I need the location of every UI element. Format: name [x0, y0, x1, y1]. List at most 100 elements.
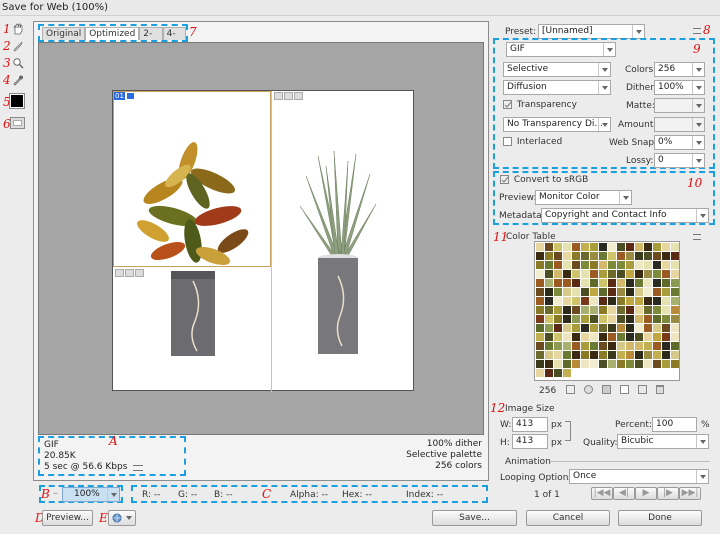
color-swatch[interactable]	[671, 243, 679, 251]
color-swatch[interactable]	[644, 333, 652, 341]
color-swatch[interactable]	[554, 261, 562, 269]
color-swatch[interactable]	[608, 288, 616, 296]
color-swatch[interactable]	[545, 315, 553, 323]
color-swatch[interactable]	[608, 342, 616, 350]
color-swatch[interactable]	[662, 333, 670, 341]
color-swatch[interactable]	[653, 315, 661, 323]
color-swatch[interactable]	[653, 243, 661, 251]
color-swatch[interactable]	[536, 288, 544, 296]
color-swatch[interactable]	[581, 252, 589, 260]
color-swatch[interactable]	[617, 297, 625, 305]
color-swatch[interactable]	[590, 270, 598, 278]
tab-2up[interactable]: 2-Up	[139, 27, 163, 52]
color-swatch[interactable]	[545, 351, 553, 359]
color-swatch[interactable]	[572, 270, 580, 278]
color-swatch[interactable]	[563, 279, 571, 287]
color-swatch[interactable]	[644, 306, 652, 314]
color-swatch[interactable]	[563, 333, 571, 341]
cancel-button[interactable]: Cancel	[526, 510, 610, 526]
color-swatch[interactable]	[599, 252, 607, 260]
color-swatch[interactable]	[581, 369, 589, 377]
color-swatch[interactable]	[554, 288, 562, 296]
colors-field[interactable]: 256	[654, 62, 705, 77]
preview-canvas[interactable]: 01	[38, 42, 484, 435]
looping-dropdown[interactable]: Once	[569, 469, 709, 484]
done-button[interactable]: Done	[618, 510, 702, 526]
color-swatch[interactable]	[599, 243, 607, 251]
color-swatch[interactable]	[572, 306, 580, 314]
color-swatch[interactable]	[653, 324, 661, 332]
color-swatch[interactable]	[545, 333, 553, 341]
hand-icon[interactable]	[10, 22, 26, 36]
quality-dropdown[interactable]: Bicubic	[617, 434, 709, 449]
color-swatch[interactable]	[617, 360, 625, 368]
color-swatch[interactable]	[599, 288, 607, 296]
color-swatch[interactable]	[581, 261, 589, 269]
color-swatch[interactable]	[581, 315, 589, 323]
color-swatch[interactable]	[662, 243, 670, 251]
color-swatch[interactable]	[581, 360, 589, 368]
color-swatch[interactable]	[572, 288, 580, 296]
color-swatch[interactable]	[671, 351, 679, 359]
color-swatch[interactable]	[644, 270, 652, 278]
color-swatch[interactable]	[563, 252, 571, 260]
color-swatch[interactable]	[572, 351, 580, 359]
color-swatch[interactable]	[536, 243, 544, 251]
color-swatch[interactable]	[635, 252, 643, 260]
color-swatch[interactable]	[617, 243, 625, 251]
color-swatch[interactable]	[635, 315, 643, 323]
color-swatch[interactable]	[662, 288, 670, 296]
color-swatch[interactable]	[671, 261, 679, 269]
color-swatch[interactable]	[545, 252, 553, 260]
color-swatch[interactable]	[644, 360, 652, 368]
color-swatch[interactable]	[635, 342, 643, 350]
color-swatch[interactable]	[671, 342, 679, 350]
color-swatch[interactable]	[662, 270, 670, 278]
color-swatch[interactable]	[563, 369, 571, 377]
color-swatch[interactable]	[599, 315, 607, 323]
color-swatch[interactable]	[653, 279, 661, 287]
color-swatch[interactable]	[590, 324, 598, 332]
color-swatch[interactable]	[644, 351, 652, 359]
color-swatch[interactable]	[536, 342, 544, 350]
color-swatch[interactable]	[563, 351, 571, 359]
color-swatch[interactable]	[599, 360, 607, 368]
format-dropdown[interactable]: GIF	[506, 42, 616, 57]
color-swatch[interactable]	[671, 369, 679, 377]
color-swatch[interactable]	[599, 270, 607, 278]
color-swatch[interactable]	[644, 297, 652, 305]
color-swatch[interactable]	[581, 288, 589, 296]
zoom-level-field[interactable]: 100%	[62, 487, 120, 502]
color-swatch[interactable]	[563, 306, 571, 314]
interlaced-checkbox[interactable]: Interlaced	[503, 137, 562, 147]
color-swatch[interactable]	[536, 252, 544, 260]
percent-field[interactable]: 100	[652, 417, 697, 432]
color-swatch[interactable]	[545, 324, 553, 332]
color-swatch[interactable]	[635, 243, 643, 251]
color-swatch[interactable]	[662, 315, 670, 323]
color-swatch[interactable]	[626, 279, 634, 287]
tab-optimized[interactable]: Optimized	[85, 27, 140, 40]
color-swatch[interactable]	[608, 261, 616, 269]
color-swatch[interactable]	[554, 351, 562, 359]
convert-srgb-checkbox[interactable]: Convert to sRGB	[500, 175, 588, 185]
color-swatch[interactable]	[644, 324, 652, 332]
color-swatch[interactable]	[590, 369, 598, 377]
eyedropper-icon[interactable]	[10, 73, 26, 87]
height-field[interactable]: 413	[512, 434, 548, 449]
color-swatch[interactable]	[653, 333, 661, 341]
color-swatch[interactable]	[635, 360, 643, 368]
color-swatch[interactable]	[626, 288, 634, 296]
color-swatch[interactable]	[545, 360, 553, 368]
color-swatch[interactable]	[545, 342, 553, 350]
color-swatch[interactable]	[563, 243, 571, 251]
color-swatch[interactable]	[581, 351, 589, 359]
color-swatch[interactable]	[626, 351, 634, 359]
color-swatch[interactable]	[626, 369, 634, 377]
color-swatch[interactable]	[644, 279, 652, 287]
color-swatch[interactable]	[635, 306, 643, 314]
color-swatch[interactable]	[545, 270, 553, 278]
color-swatch[interactable]	[644, 315, 652, 323]
color-swatch[interactable]	[662, 297, 670, 305]
color-swatch[interactable]	[590, 342, 598, 350]
